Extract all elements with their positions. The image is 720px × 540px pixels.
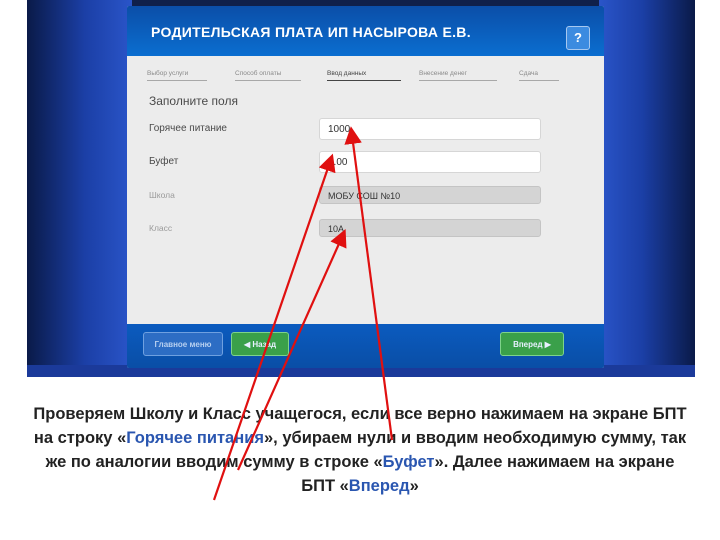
form-title: Заполните поля	[149, 94, 238, 108]
step-change: Сдача	[519, 70, 559, 81]
terminal-screen: РОДИТЕЛЬСКАЯ ПЛАТА ИП НАСЫРОВА Е.В. ? Вы…	[127, 6, 604, 368]
buffet-label: Буфет	[149, 156, 179, 167]
step-indicator: Выбор услуги Способ оплаты Ввод данных В…	[147, 70, 587, 84]
caption-highlight-forward: Вперед	[348, 477, 410, 495]
class-field: 10А	[319, 219, 541, 237]
caption-part-4: »	[409, 477, 419, 495]
terminal-photo: РОДИТЕЛЬСКАЯ ПЛАТА ИП НАСЫРОВА Е.В. ? Вы…	[27, 0, 695, 377]
hot-meals-input[interactable]: 1000	[319, 118, 541, 140]
screen-header: РОДИТЕЛЬСКАЯ ПЛАТА ИП НАСЫРОВА Е.В. ?	[127, 6, 604, 56]
terminal-bezel-right	[599, 0, 695, 377]
step-payment-method: Способ оплаты	[235, 70, 301, 81]
arrow-right-icon: ▶	[544, 340, 551, 349]
terminal-bezel-left	[27, 0, 132, 377]
help-button[interactable]: ?	[566, 26, 590, 50]
class-label: Класс	[149, 223, 173, 233]
main-menu-button[interactable]: Главное меню	[143, 332, 223, 356]
back-button[interactable]: ◀ Назад	[231, 332, 289, 356]
instruction-caption: Проверяем Школу и Класс учащегося, если …	[30, 402, 690, 498]
step-insert-money: Внесение денег	[419, 70, 497, 81]
hot-meals-label: Горячее питание	[149, 123, 227, 134]
step-data-entry: Ввод данных	[327, 70, 401, 81]
step-choose-service: Выбор услуги	[147, 70, 207, 81]
screen-title: РОДИТЕЛЬСКАЯ ПЛАТА ИП НАСЫРОВА Е.В.	[151, 24, 471, 40]
caption-highlight-hot-meals: Горячее питания	[126, 429, 264, 447]
forward-button-label: Вперед	[513, 340, 543, 349]
caption-highlight-buffet: Буфет	[382, 453, 435, 471]
forward-button[interactable]: Вперед ▶	[500, 332, 564, 356]
screen-footer: Главное меню ◀ Назад Вперед ▶	[127, 324, 604, 368]
buffet-input[interactable]: 0.00	[319, 151, 541, 173]
school-label: Школа	[149, 190, 175, 200]
arrow-left-icon: ◀	[243, 340, 251, 349]
school-field: МОБУ СОШ №10	[319, 186, 541, 204]
back-button-label: Назад	[252, 340, 277, 349]
